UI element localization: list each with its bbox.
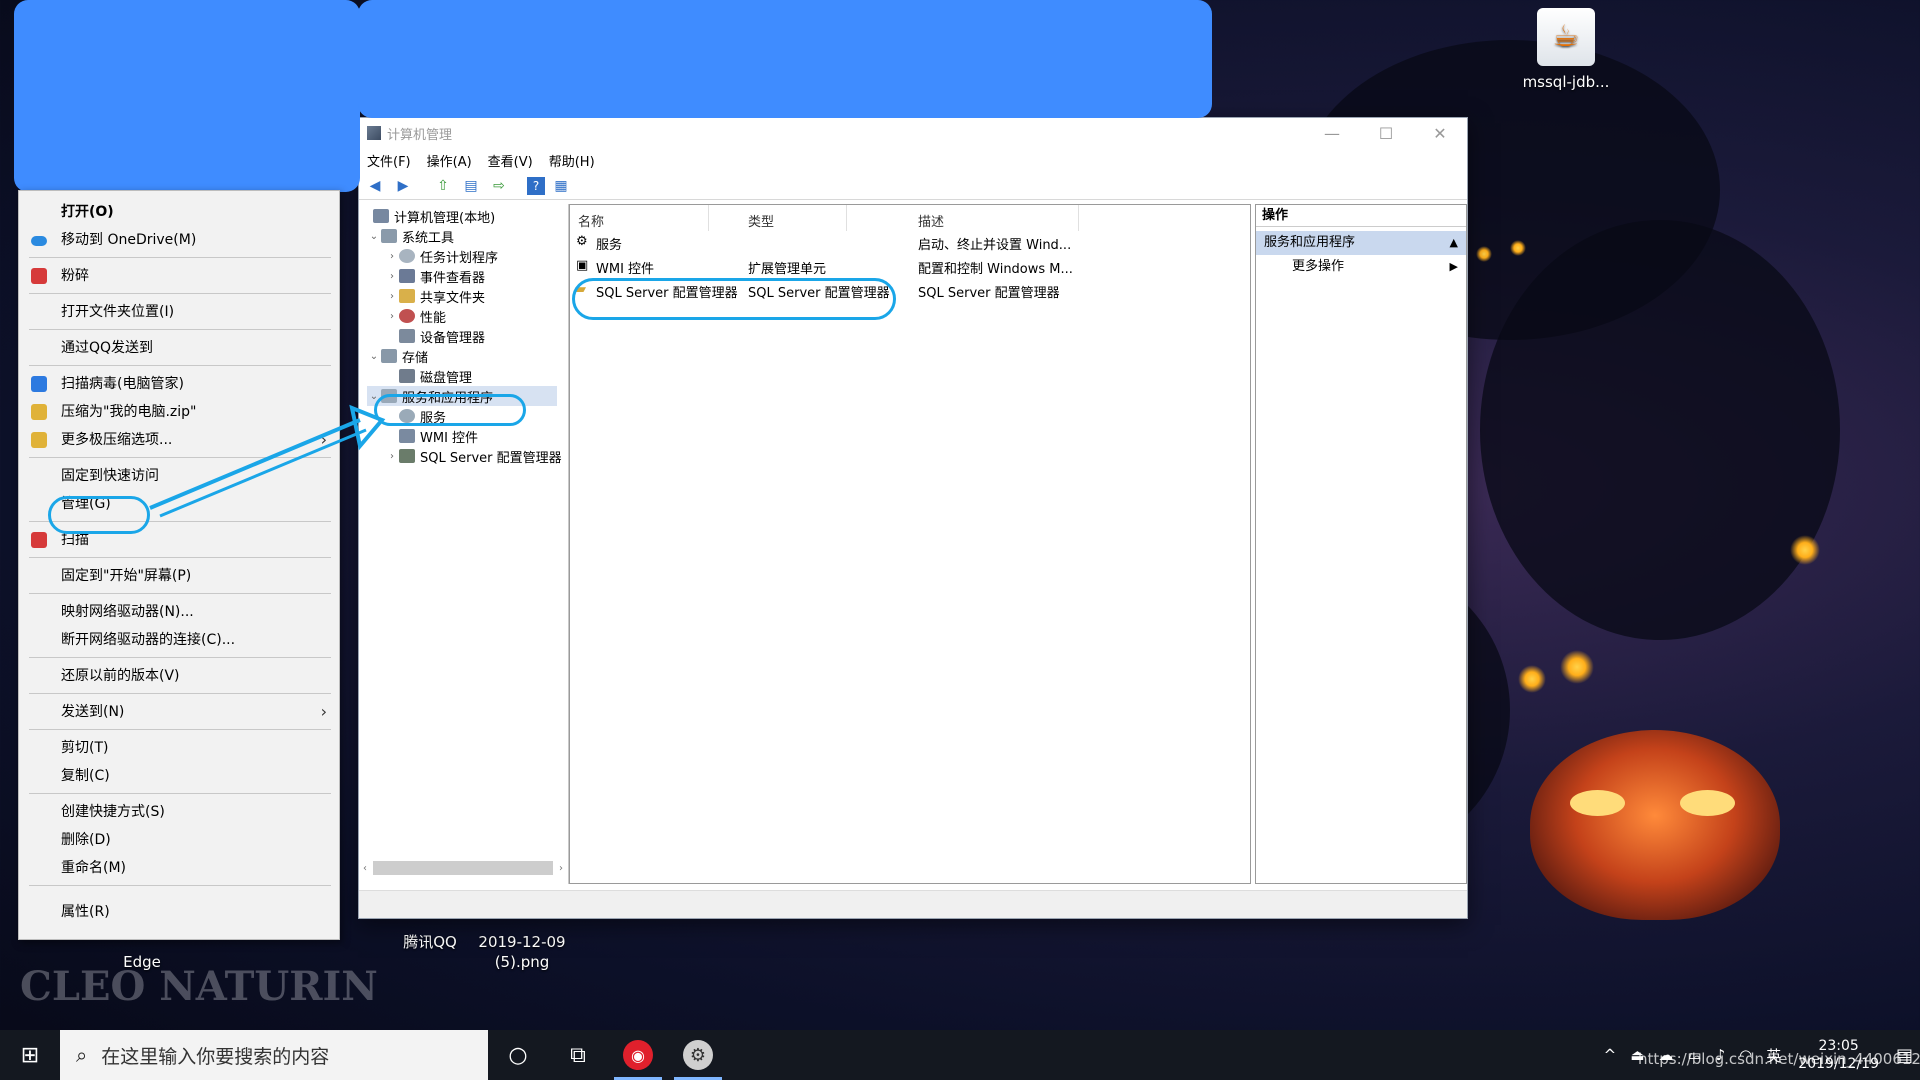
annotation-arrow (149, 404, 386, 518)
start-button[interactable]: ⊞ (0, 1030, 60, 1080)
task-view-icon: ⧉ (570, 1042, 586, 1068)
task-view-button[interactable]: ⧉ (548, 1030, 608, 1080)
search-icon: ⌕ (76, 1043, 88, 1067)
gear-icon: ⚙ (683, 1040, 713, 1070)
netease-music-icon: ◉ (623, 1040, 653, 1070)
taskbar-app-netease-music[interactable]: ◉ (608, 1030, 668, 1080)
watermark-url: https://blog.csdn.net/weixin_44006120 (1638, 1050, 1920, 1068)
taskbar-search-box[interactable]: ⌕ 在这里输入你要搜索的内容 (60, 1030, 488, 1080)
cortana-icon: ○ (508, 1042, 528, 1068)
taskbar-app-computer-management[interactable]: ⚙ (668, 1030, 728, 1080)
search-placeholder: 在这里输入你要搜索的内容 (101, 1045, 330, 1068)
taskbar: ⊞ ⌕ 在这里输入你要搜索的内容 ○ ⧉ ◉ ⚙ ^ ⏏ ☁ ▭ ♪ ◠ 英 2… (0, 1030, 1920, 1080)
show-hidden-icons-chevron-icon[interactable]: ^ (1604, 1046, 1617, 1064)
cortana-button[interactable]: ○ (488, 1030, 548, 1080)
windows-logo-icon: ⊞ (20, 1042, 40, 1068)
